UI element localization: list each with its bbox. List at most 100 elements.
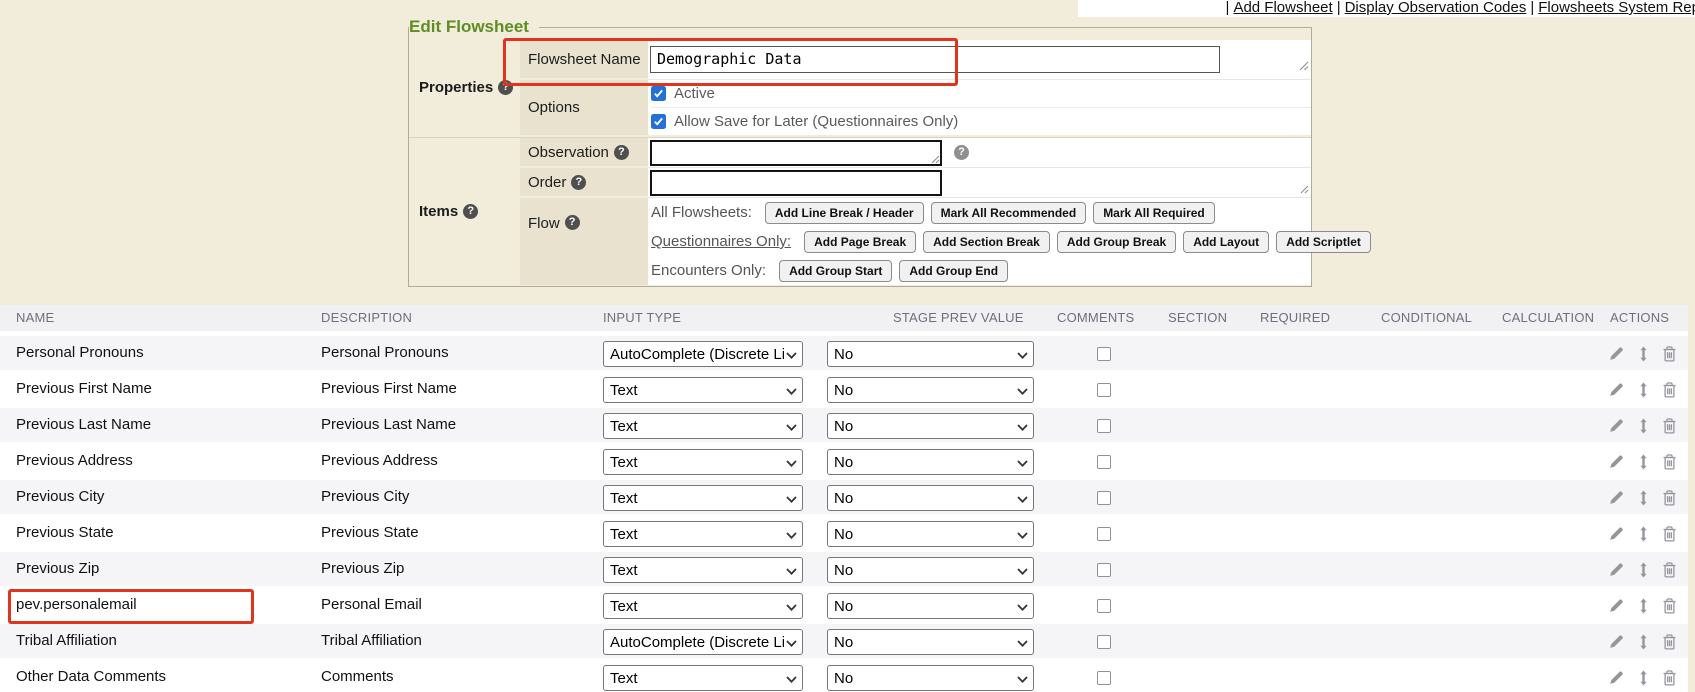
input-type-select[interactable]: AutoComplete (Discrete List) — [603, 629, 803, 655]
top-link[interactable]: Flowsheets System Rep — [1538, 0, 1695, 16]
chevron-down-icon — [1017, 676, 1028, 683]
stage-prev-value-select[interactable]: No — [827, 593, 1034, 619]
move-up-down-icon[interactable] — [1636, 670, 1651, 686]
row-actions — [1608, 408, 1677, 444]
options-cell: ActiveAllow Save for Later (Questionnair… — [648, 80, 1311, 135]
move-up-down-icon[interactable] — [1636, 454, 1651, 470]
select-value: AutoComplete (Discrete List) — [610, 634, 784, 651]
checked-checkbox[interactable] — [651, 114, 666, 129]
input-type-select[interactable]: Text — [603, 449, 803, 475]
input-type-select[interactable]: AutoComplete (Discrete List) — [603, 341, 803, 367]
edit-pencil-icon[interactable] — [1608, 382, 1625, 398]
comments-checkbox[interactable] — [1097, 383, 1111, 397]
annotation-box-pev-personalemail — [8, 589, 254, 624]
delete-trash-icon[interactable] — [1662, 346, 1677, 362]
row-actions — [1608, 660, 1677, 692]
column-header-name: NAME — [16, 305, 54, 331]
edit-pencil-icon[interactable] — [1608, 562, 1625, 578]
stage-prev-value-select[interactable]: No — [827, 341, 1034, 367]
add-group-start-button[interactable]: Add Group Start — [779, 260, 892, 282]
input-type-select[interactable]: Text — [603, 665, 803, 691]
input-type-select[interactable]: Text — [603, 485, 803, 511]
move-up-down-icon[interactable] — [1636, 490, 1651, 506]
stage-prev-value-select[interactable]: No — [827, 629, 1034, 655]
comments-checkbox[interactable] — [1097, 635, 1111, 649]
move-up-down-icon[interactable] — [1636, 418, 1651, 434]
link-separator: | — [1337, 0, 1341, 16]
input-type-select[interactable]: Text — [603, 377, 803, 403]
delete-trash-icon[interactable] — [1662, 598, 1677, 614]
delete-trash-icon[interactable] — [1662, 562, 1677, 578]
input-type-select[interactable]: Text — [603, 413, 803, 439]
stage-prev-value-select[interactable]: No — [827, 413, 1034, 439]
move-up-down-icon[interactable] — [1636, 382, 1651, 398]
row-actions — [1608, 588, 1677, 624]
stage-prev-value-select[interactable]: No — [827, 557, 1034, 583]
edit-pencil-icon[interactable] — [1608, 490, 1625, 506]
comments-checkbox[interactable] — [1097, 491, 1111, 505]
add-page-break-button[interactable]: Add Page Break — [804, 231, 916, 253]
comments-checkbox[interactable] — [1097, 599, 1111, 613]
comments-checkbox[interactable] — [1097, 419, 1111, 433]
comments-checkbox[interactable] — [1097, 347, 1111, 361]
add-group-break-button[interactable]: Add Group Break — [1057, 231, 1176, 253]
row-actions — [1608, 480, 1677, 516]
delete-trash-icon[interactable] — [1662, 634, 1677, 650]
delete-trash-icon[interactable] — [1662, 454, 1677, 470]
add-section-break-button[interactable]: Add Section Break — [923, 231, 1050, 253]
chevron-down-icon — [786, 424, 797, 431]
edit-pencil-icon[interactable] — [1608, 634, 1625, 650]
comments-checkbox[interactable] — [1097, 671, 1111, 685]
edit-pencil-icon[interactable] — [1608, 526, 1625, 542]
row-description: Personal Email — [321, 588, 422, 622]
delete-trash-icon[interactable] — [1662, 490, 1677, 506]
row-description: Previous Zip — [321, 552, 404, 586]
edit-pencil-icon[interactable] — [1608, 670, 1625, 686]
top-link[interactable]: Display Observation Codes — [1345, 0, 1527, 16]
stage-prev-value-select[interactable]: No — [827, 521, 1034, 547]
comments-checkbox[interactable] — [1097, 455, 1111, 469]
stage-prev-value-select[interactable]: No — [827, 665, 1034, 691]
delete-trash-icon[interactable] — [1662, 418, 1677, 434]
add-scriptlet-button[interactable]: Add Scriptlet — [1276, 231, 1371, 253]
help-icon[interactable]: ? — [565, 215, 580, 230]
input-type-select[interactable]: Text — [603, 521, 803, 547]
stage-prev-value-select[interactable]: No — [827, 377, 1034, 403]
move-up-down-icon[interactable] — [1636, 562, 1651, 578]
edit-pencil-icon[interactable] — [1608, 346, 1625, 362]
add-line-break-header-button[interactable]: Add Line Break / Header — [765, 202, 924, 224]
mark-all-recommended-button[interactable]: Mark All Recommended — [931, 202, 1087, 224]
add-group-end-button[interactable]: Add Group End — [899, 260, 1008, 282]
observation-input[interactable] — [650, 140, 942, 166]
help-icon[interactable]: ? — [463, 204, 478, 219]
mark-all-required-button[interactable]: Mark All Required — [1093, 202, 1215, 224]
move-up-down-icon[interactable] — [1636, 526, 1651, 542]
edit-pencil-icon[interactable] — [1608, 598, 1625, 614]
move-up-down-icon[interactable] — [1636, 346, 1651, 362]
top-link[interactable]: Add Flowsheet — [1233, 0, 1332, 16]
help-icon[interactable]: ? — [954, 145, 969, 160]
input-type-select[interactable]: Text — [603, 557, 803, 583]
input-type-select[interactable]: Text — [603, 593, 803, 619]
delete-trash-icon[interactable] — [1662, 526, 1677, 542]
comments-checkbox[interactable] — [1097, 563, 1111, 577]
move-up-down-icon[interactable] — [1636, 598, 1651, 614]
stage-prev-value-select[interactable]: No — [827, 449, 1034, 475]
observation-label: Observation ? — [520, 138, 648, 168]
table-row: Previous StatePrevious StateTextNo — [0, 516, 1688, 552]
delete-trash-icon[interactable] — [1662, 382, 1677, 398]
delete-trash-icon[interactable] — [1662, 670, 1677, 686]
move-up-down-icon[interactable] — [1636, 634, 1651, 650]
comments-checkbox[interactable] — [1097, 527, 1111, 541]
row-actions — [1608, 516, 1677, 552]
edit-pencil-icon[interactable] — [1608, 418, 1625, 434]
chevron-down-icon — [1017, 352, 1028, 359]
order-input[interactable] — [650, 170, 942, 196]
stage-prev-value-select[interactable]: No — [827, 485, 1034, 511]
help-icon[interactable]: ? — [571, 175, 586, 190]
help-icon[interactable]: ? — [614, 145, 629, 160]
add-layout-button[interactable]: Add Layout — [1183, 231, 1269, 253]
checked-checkbox[interactable] — [651, 86, 666, 101]
chevron-down-icon — [1017, 388, 1028, 395]
edit-pencil-icon[interactable] — [1608, 454, 1625, 470]
